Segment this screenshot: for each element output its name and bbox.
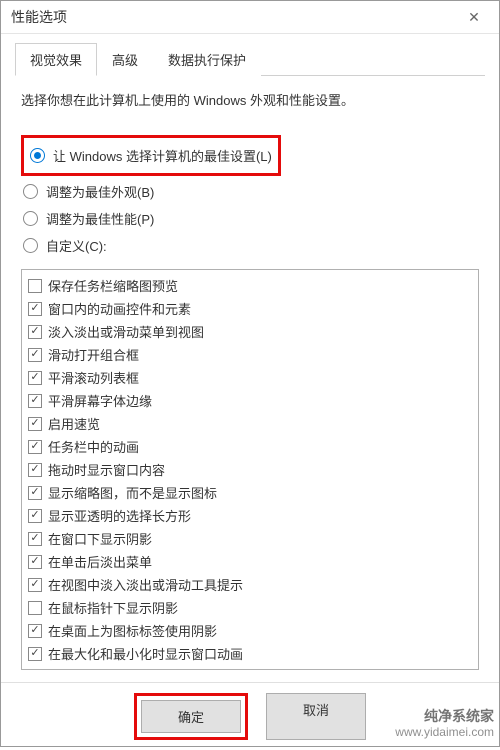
option-label: 显示缩略图，而不是显示图标 bbox=[48, 483, 217, 502]
description-text: 选择你想在此计算机上使用的 Windows 外观和性能设置。 bbox=[21, 90, 479, 109]
ok-button[interactable]: 确定 bbox=[141, 700, 241, 733]
tab-0[interactable]: 视觉效果 bbox=[15, 43, 97, 76]
radio-icon bbox=[23, 211, 38, 226]
option-label: 窗口内的动画控件和元素 bbox=[48, 299, 191, 318]
tab-1[interactable]: 高级 bbox=[97, 43, 153, 76]
dialog-body: 视觉效果高级数据执行保护 选择你想在此计算机上使用的 Windows 外观和性能… bbox=[1, 34, 499, 682]
ok-button-highlight: 确定 bbox=[134, 693, 248, 740]
tab-content-visual-effects: 选择你想在此计算机上使用的 Windows 外观和性能设置。 让 Windows… bbox=[15, 76, 485, 670]
radio-option-1[interactable]: 调整为最佳外观(B) bbox=[21, 178, 479, 205]
checkbox-icon bbox=[28, 371, 42, 385]
option-row-3[interactable]: 滑动打开组合框 bbox=[26, 343, 474, 366]
option-row-4[interactable]: 平滑滚动列表框 bbox=[26, 366, 474, 389]
close-button[interactable]: ✕ bbox=[451, 1, 497, 33]
option-row-11[interactable]: 在窗口下显示阴影 bbox=[26, 527, 474, 550]
radio-icon bbox=[23, 238, 38, 253]
option-row-10[interactable]: 显示亚透明的选择长方形 bbox=[26, 504, 474, 527]
checkbox-icon bbox=[28, 624, 42, 638]
option-label: 在单击后淡出菜单 bbox=[48, 552, 152, 571]
option-label: 在桌面上为图标标签使用阴影 bbox=[48, 621, 217, 640]
checkbox-icon bbox=[28, 417, 42, 431]
checkbox-icon bbox=[28, 509, 42, 523]
option-label: 启用速览 bbox=[48, 414, 100, 433]
option-row-14[interactable]: 在鼠标指针下显示阴影 bbox=[26, 596, 474, 619]
option-row-13[interactable]: 在视图中淡入淡出或滑动工具提示 bbox=[26, 573, 474, 596]
option-row-5[interactable]: 平滑屏幕字体边缘 bbox=[26, 389, 474, 412]
radio-highlight: 让 Windows 选择计算机的最佳设置(L) bbox=[21, 135, 281, 176]
performance-options-window: 性能选项 ✕ 视觉效果高级数据执行保护 选择你想在此计算机上使用的 Window… bbox=[0, 0, 500, 747]
option-row-0[interactable]: 保存任务栏缩略图预览 bbox=[26, 274, 474, 297]
checkbox-icon bbox=[28, 440, 42, 454]
checkbox-icon bbox=[28, 532, 42, 546]
option-label: 显示亚透明的选择长方形 bbox=[48, 506, 191, 525]
options-list[interactable]: 保存任务栏缩略图预览窗口内的动画控件和元素淡入淡出或滑动菜单到视图滑动打开组合框… bbox=[21, 269, 479, 670]
checkbox-icon bbox=[28, 578, 42, 592]
titlebar: 性能选项 ✕ bbox=[1, 1, 499, 34]
option-row-6[interactable]: 启用速览 bbox=[26, 412, 474, 435]
checkbox-icon bbox=[28, 279, 42, 293]
option-row-1[interactable]: 窗口内的动画控件和元素 bbox=[26, 297, 474, 320]
option-row-9[interactable]: 显示缩略图，而不是显示图标 bbox=[26, 481, 474, 504]
checkbox-icon bbox=[28, 647, 42, 661]
radio-icon bbox=[30, 148, 45, 163]
option-row-7[interactable]: 任务栏中的动画 bbox=[26, 435, 474, 458]
option-row-12[interactable]: 在单击后淡出菜单 bbox=[26, 550, 474, 573]
option-row-15[interactable]: 在桌面上为图标标签使用阴影 bbox=[26, 619, 474, 642]
cancel-button[interactable]: 取消 bbox=[266, 693, 366, 740]
option-label: 在窗口下显示阴影 bbox=[48, 529, 152, 548]
radio-group: 让 Windows 选择计算机的最佳设置(L) 调整为最佳外观(B) 调整为最佳性能… bbox=[21, 135, 479, 259]
checkbox-icon bbox=[28, 463, 42, 477]
checkbox-icon bbox=[28, 394, 42, 408]
radio-option-2[interactable]: 调整为最佳性能(P) bbox=[21, 205, 479, 232]
checkbox-icon bbox=[28, 348, 42, 362]
tab-2[interactable]: 数据执行保护 bbox=[153, 43, 261, 76]
option-row-2[interactable]: 淡入淡出或滑动菜单到视图 bbox=[26, 320, 474, 343]
radio-option-0[interactable]: 让 Windows 选择计算机的最佳设置(L) bbox=[28, 144, 274, 167]
option-label: 拖动时显示窗口内容 bbox=[48, 460, 165, 479]
option-label: 在最大化和最小化时显示窗口动画 bbox=[48, 644, 243, 663]
radio-label: 让 Windows 选择计算机的最佳设置(L) bbox=[53, 146, 272, 165]
checkbox-icon bbox=[28, 325, 42, 339]
option-label: 淡入淡出或滑动菜单到视图 bbox=[48, 322, 204, 341]
option-label: 滑动打开组合框 bbox=[48, 345, 139, 364]
radio-label: 自定义(C): bbox=[46, 236, 107, 255]
button-row: 确定 取消 bbox=[1, 682, 499, 750]
option-label: 保存任务栏缩略图预览 bbox=[48, 276, 178, 295]
checkbox-icon bbox=[28, 486, 42, 500]
option-label: 在视图中淡入淡出或滑动工具提示 bbox=[48, 575, 243, 594]
option-row-8[interactable]: 拖动时显示窗口内容 bbox=[26, 458, 474, 481]
option-label: 平滑滚动列表框 bbox=[48, 368, 139, 387]
close-icon: ✕ bbox=[468, 9, 480, 26]
window-title: 性能选项 bbox=[11, 7, 451, 27]
option-label: 平滑屏幕字体边缘 bbox=[48, 391, 152, 410]
checkbox-icon bbox=[28, 555, 42, 569]
radio-icon bbox=[23, 184, 38, 199]
option-label: 在鼠标指针下显示阴影 bbox=[48, 598, 178, 617]
radio-option-3[interactable]: 自定义(C): bbox=[21, 232, 479, 259]
checkbox-icon bbox=[28, 302, 42, 316]
radio-label: 调整为最佳外观(B) bbox=[46, 182, 154, 201]
tab-row: 视觉效果高级数据执行保护 bbox=[15, 42, 485, 76]
checkbox-icon bbox=[28, 601, 42, 615]
option-label: 任务栏中的动画 bbox=[48, 437, 139, 456]
option-row-16[interactable]: 在最大化和最小化时显示窗口动画 bbox=[26, 642, 474, 665]
radio-label: 调整为最佳性能(P) bbox=[46, 209, 154, 228]
